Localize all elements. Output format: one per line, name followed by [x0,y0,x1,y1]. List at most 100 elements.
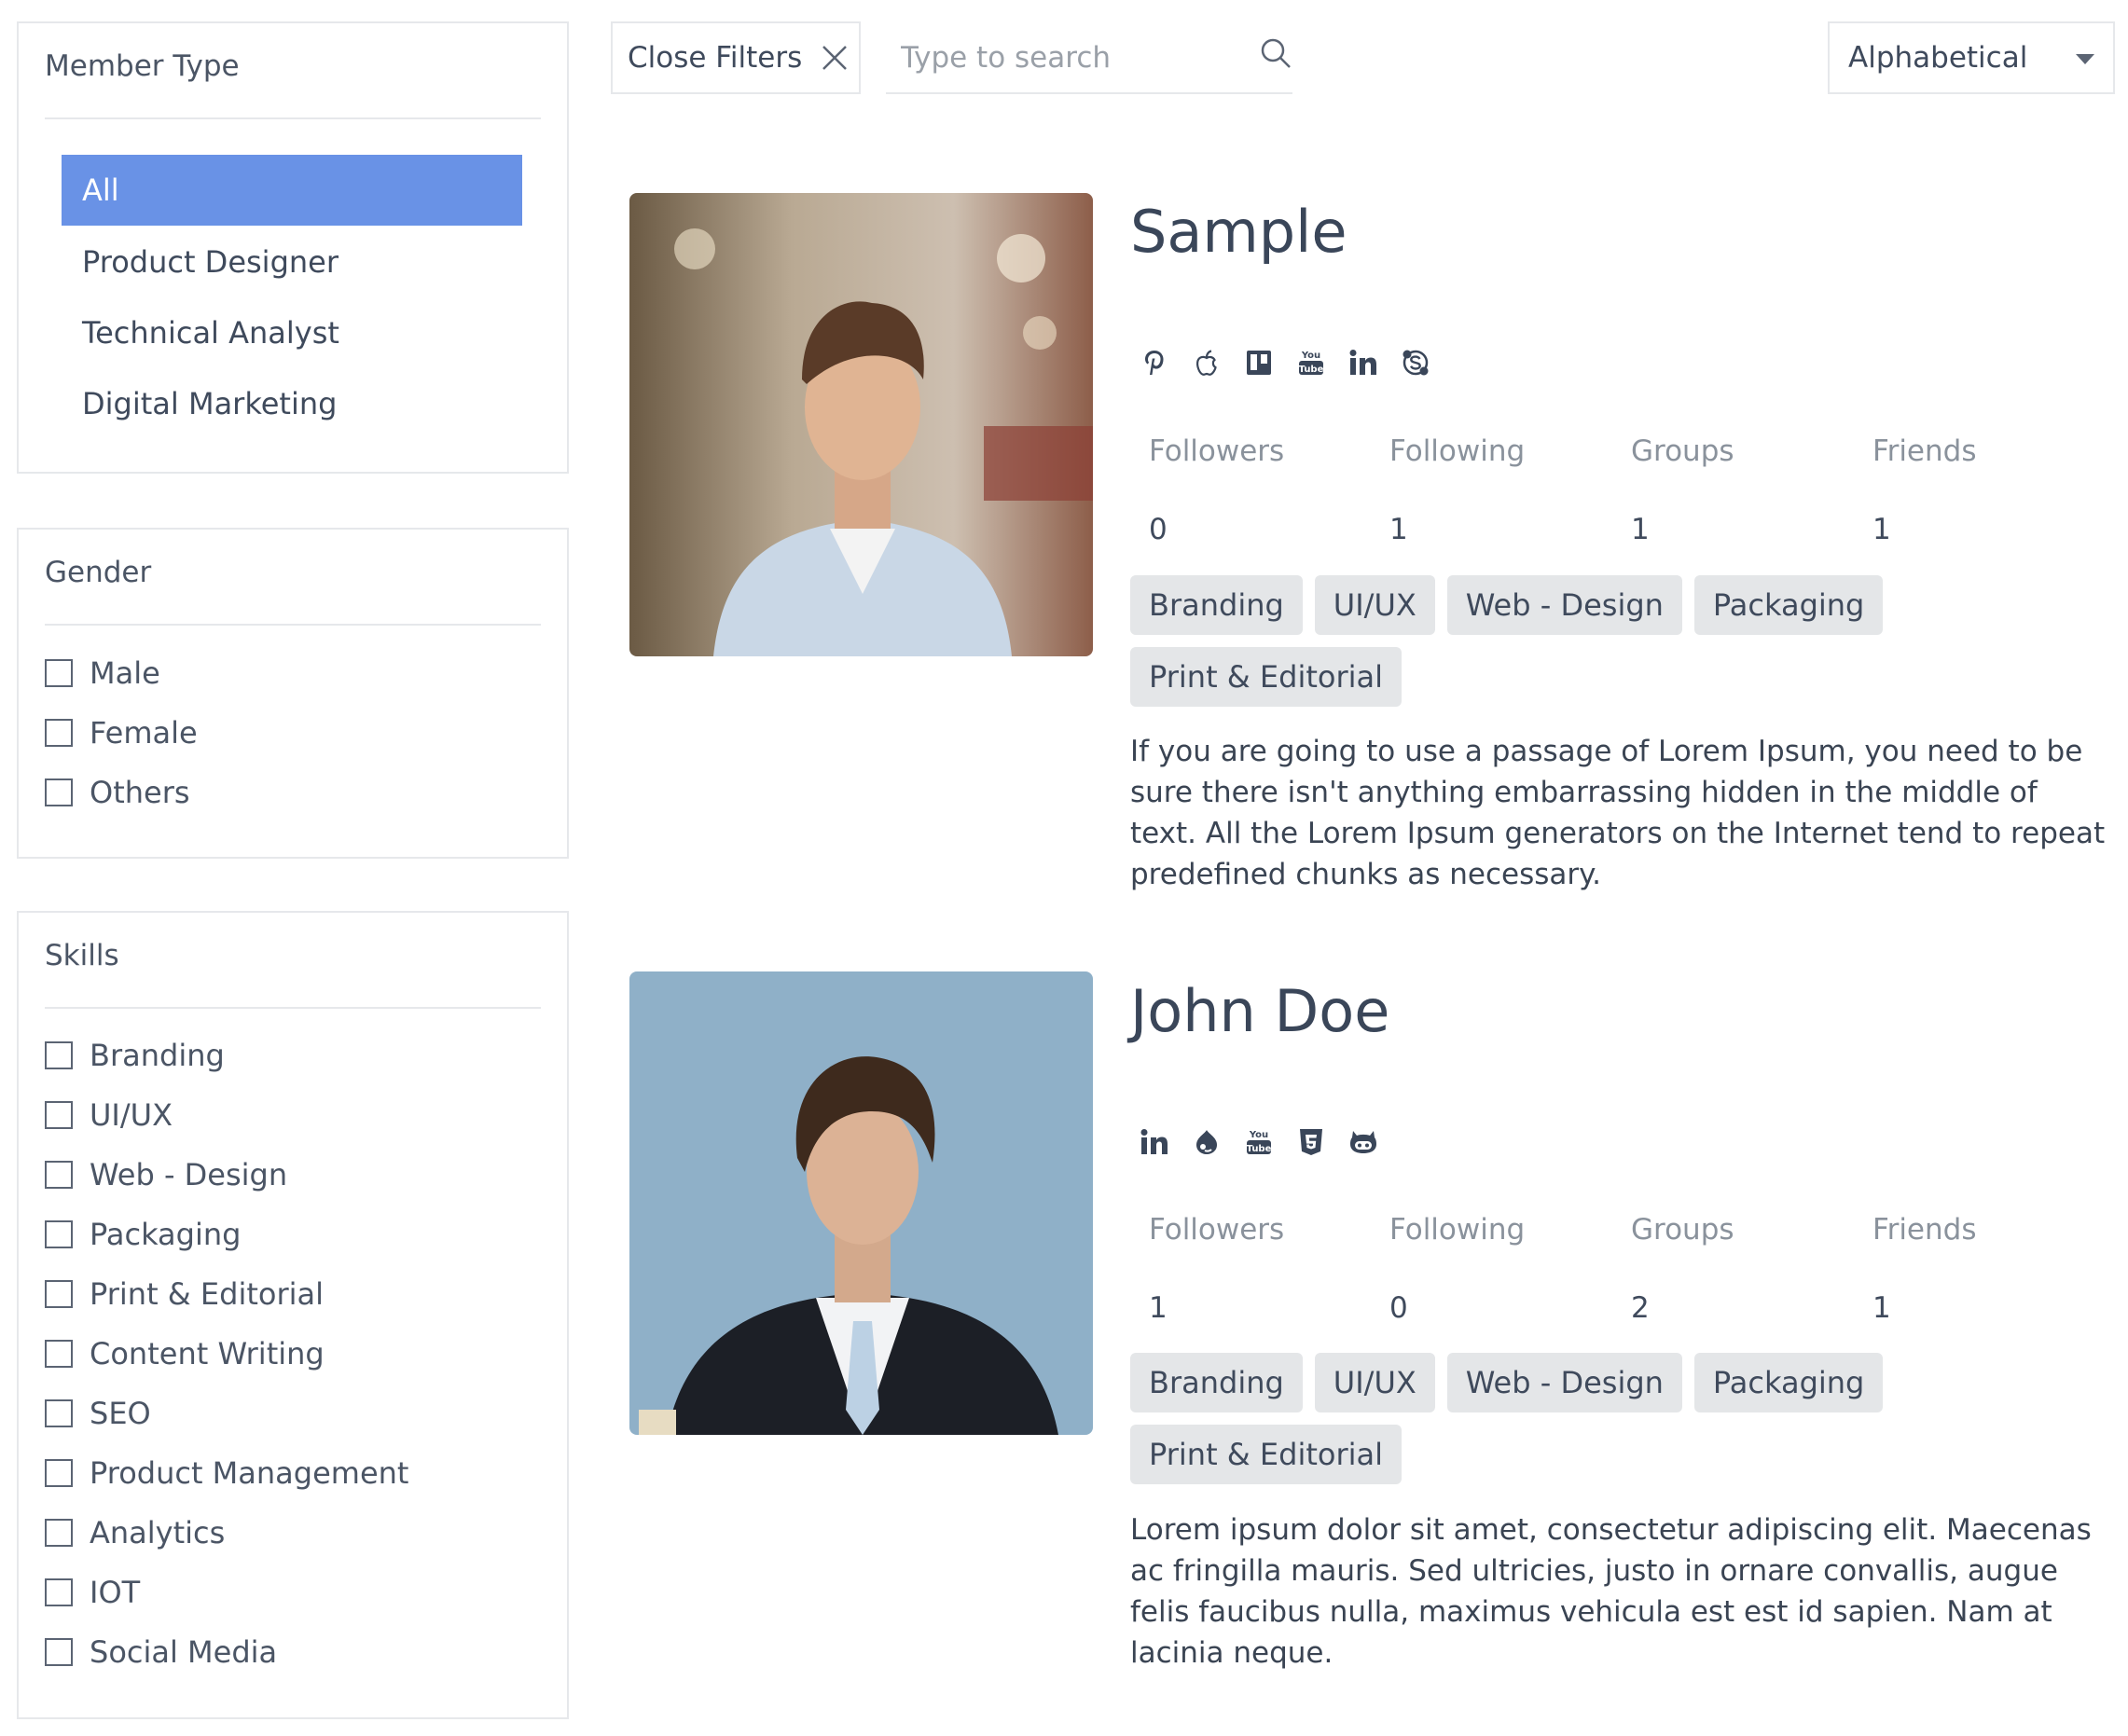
checkbox[interactable] [45,1459,73,1487]
member-photo[interactable] [629,971,1093,1435]
skill-tags: Branding UI/UX Web - Design Packaging Pr… [1130,1353,1914,1484]
caret-down-icon [2076,54,2094,64]
skill-label: Content Writing [90,1336,325,1371]
checkbox[interactable] [45,719,73,747]
checkbox[interactable] [45,1399,73,1427]
checkbox[interactable] [45,1101,73,1129]
member-photo[interactable] [629,193,1093,656]
skill-tag[interactable]: Print & Editorial [1130,1425,1402,1484]
groups-label: Groups [1631,434,1734,468]
youtube-icon[interactable]: You Tube [1294,346,1328,379]
apple-icon[interactable] [1190,346,1223,379]
member-type-title: Member Type [45,49,240,83]
gender-female-row[interactable]: Female [45,710,198,756]
pinterest-icon[interactable] [1138,346,1171,379]
gender-male-label: Male [90,655,160,691]
following-count[interactable]: 1 [1389,513,1408,546]
youtube-icon[interactable]: You Tube [1242,1125,1276,1159]
skill-tags: Branding UI/UX Web - Design Packaging Pr… [1130,575,1914,707]
checkbox[interactable] [45,1161,73,1189]
skill-tag[interactable]: UI/UX [1314,575,1435,635]
svg-text:You: You [1249,1130,1268,1140]
skill-tag[interactable]: Packaging [1693,1353,1884,1412]
skill-tag[interactable]: Web - Design [1446,1353,1682,1412]
member-name[interactable]: John Doe [1130,977,1389,1045]
checkbox[interactable] [45,778,73,806]
skill-tag[interactable]: Branding [1130,1353,1303,1412]
search-box [886,21,1292,94]
skill-product-management-row[interactable]: Product Management [45,1450,408,1496]
friends-count[interactable]: 1 [1872,513,1891,546]
search-icon[interactable] [1259,36,1292,70]
linkedin-icon[interactable] [1347,346,1380,379]
followers-count[interactable]: 0 [1149,513,1168,546]
skill-label: Branding [90,1038,225,1073]
github-icon[interactable] [1347,1125,1380,1159]
skill-tag[interactable]: Web - Design [1446,575,1682,635]
skill-iot-row[interactable]: IOT [45,1569,140,1616]
divider [45,117,541,119]
linkedin-icon[interactable] [1138,1125,1171,1159]
close-icon [822,46,848,70]
html5-icon[interactable] [1294,1125,1328,1159]
svg-text:You: You [1301,351,1320,361]
member-type-technical-analyst[interactable]: Technical Analyst [62,297,522,368]
skill-print-editorial-row[interactable]: Print & Editorial [45,1271,324,1317]
skill-uiux-row[interactable]: UI/UX [45,1092,173,1138]
member-type-product-designer[interactable]: Product Designer [62,227,522,297]
checkbox[interactable] [45,659,73,687]
svg-text:Tube: Tube [1247,1144,1272,1154]
checkbox[interactable] [45,1519,73,1547]
checkbox[interactable] [45,1280,73,1308]
member-type-all[interactable]: All [62,155,522,226]
skill-analytics-row[interactable]: Analytics [45,1509,225,1556]
member-type-digital-marketing[interactable]: Digital Marketing [62,368,522,439]
gender-panel: Gender Male Female Others [17,528,569,859]
gender-male-row[interactable]: Male [45,650,160,696]
skill-social-media-row[interactable]: Social Media [45,1629,277,1675]
following-count[interactable]: 0 [1389,1291,1408,1325]
groups-label: Groups [1631,1213,1734,1247]
followers-count[interactable]: 1 [1149,1291,1168,1325]
close-filters-label: Close Filters [628,41,803,75]
skill-tag[interactable]: Print & Editorial [1130,647,1402,707]
skill-tag[interactable]: Branding [1130,575,1303,635]
sort-selected-value: Alphabetical [1848,41,2028,75]
drupal-icon[interactable] [1190,1125,1223,1159]
trello-icon[interactable] [1242,346,1276,379]
followers-label: Followers [1149,434,1285,468]
friends-count[interactable]: 1 [1872,1291,1891,1325]
checkbox[interactable] [45,1220,73,1248]
member-photo-image [629,971,1093,1435]
skill-seo-row[interactable]: SEO [45,1390,151,1437]
groups-count[interactable]: 2 [1631,1291,1650,1325]
social-links: You Tube [1138,346,1432,379]
skill-tag[interactable]: Packaging [1693,575,1884,635]
checkbox[interactable] [45,1578,73,1606]
skill-label: Web - Design [90,1157,288,1192]
checkbox[interactable] [45,1041,73,1069]
skill-content-writing-row[interactable]: Content Writing [45,1330,325,1377]
gender-title: Gender [45,556,152,589]
gender-others-label: Others [90,775,190,810]
skill-branding-row[interactable]: Branding [45,1032,225,1079]
member-name[interactable]: Sample [1130,198,1347,266]
gender-female-label: Female [90,715,198,751]
checkbox[interactable] [45,1340,73,1368]
skill-packaging-row[interactable]: Packaging [45,1211,241,1258]
skills-title: Skills [45,939,119,972]
skill-web-design-row[interactable]: Web - Design [45,1151,287,1198]
skill-label: UI/UX [90,1097,173,1133]
search-input[interactable] [899,34,1238,81]
sort-select[interactable]: Alphabetical [1828,21,2115,94]
close-filters-button[interactable]: Close Filters [611,21,861,94]
skill-tag[interactable]: UI/UX [1314,1353,1435,1412]
member-type-panel: Member Type All Product Designer Technic… [17,21,569,474]
skype-icon[interactable] [1399,346,1432,379]
member-bio: If you are going to use a passage of Lor… [1130,735,2106,891]
checkbox[interactable] [45,1638,73,1666]
skill-label: Analytics [90,1515,226,1550]
gender-others-row[interactable]: Others [45,769,190,816]
groups-count[interactable]: 1 [1631,513,1650,546]
skill-label: SEO [90,1396,151,1431]
